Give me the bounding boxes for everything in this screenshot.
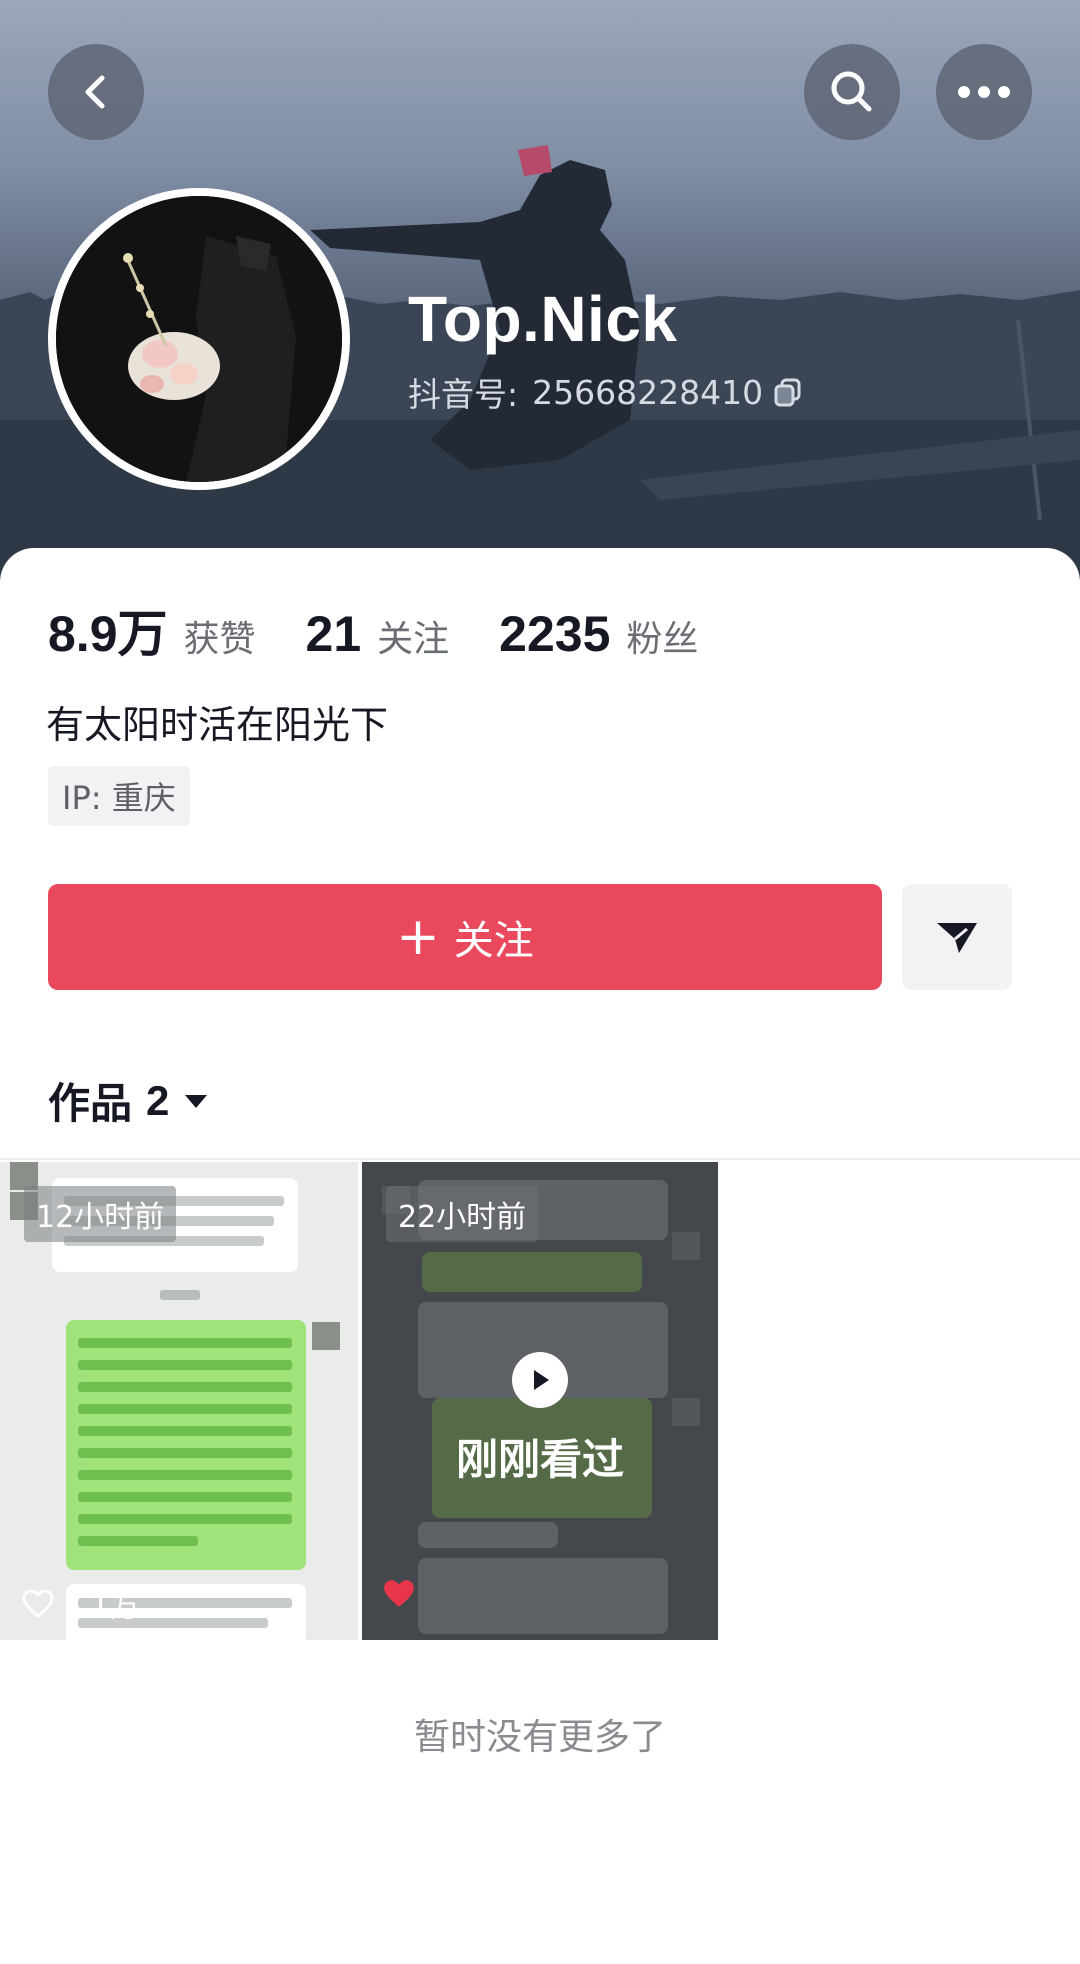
chat-text-line <box>78 1426 292 1436</box>
chat-text-line <box>78 1404 292 1414</box>
chat-text-line <box>78 1382 292 1392</box>
chat-text-line <box>78 1470 292 1480</box>
back-button[interactable] <box>48 44 144 140</box>
play-button[interactable] <box>512 1352 568 1408</box>
chat-text-line <box>78 1338 292 1348</box>
works-tab-label: 作品 <box>48 1079 133 1128</box>
stat-following[interactable]: 21 关注 <box>306 605 450 663</box>
avatar[interactable] <box>48 188 350 490</box>
no-more-content-note: 暂时没有更多了 <box>413 1717 666 1758</box>
douyin-id-row[interactable]: 抖音号: 25668228410 <box>408 368 803 416</box>
send-message-button[interactable] <box>902 884 1012 990</box>
search-icon <box>831 71 872 112</box>
profile-bio: 有太阳时活在阳光下 <box>46 703 389 747</box>
plus-icon: + <box>396 907 440 967</box>
profile-stats: 8.9万 获赞 21 关注 2235 粉丝 <box>48 594 748 666</box>
video-tile[interactable]: 22小时前 刚刚看过 <box>362 1162 718 1640</box>
video-tile[interactable]: 12小时前 1.1万 <box>0 1162 358 1640</box>
tab-divider <box>0 1158 1080 1160</box>
chat-text-line <box>78 1360 292 1370</box>
chat-text-line <box>78 1448 292 1458</box>
ip-location-badge: IP: 重庆 <box>48 766 190 826</box>
follow-button[interactable]: + 关注 <box>48 884 882 990</box>
stat-value: 8.9万 <box>48 606 168 662</box>
chat-timestamp <box>160 1290 200 1300</box>
profile-banner: Top.Nick 抖音号: 25668228410 <box>0 0 1080 600</box>
chat-text-line <box>78 1514 292 1524</box>
stat-label: 关注 <box>377 619 450 660</box>
chat-text-line <box>78 1536 198 1546</box>
video-time-badge: 22小时前 <box>386 1186 539 1242</box>
stat-label: 获赞 <box>183 619 256 660</box>
more-horizontal-icon <box>958 86 1010 98</box>
blurred-avatar <box>312 1322 340 1350</box>
stat-likes[interactable]: 8.9万 获赞 <box>48 594 256 666</box>
nickname: Top.Nick <box>408 283 678 355</box>
chat-text-line <box>78 1492 292 1502</box>
more-button[interactable] <box>936 44 1032 140</box>
play-icon <box>534 1370 549 1390</box>
video-time-badge: 12小时前 <box>24 1186 177 1242</box>
video-likes: 1.1万 <box>22 1582 140 1626</box>
send-message-icon <box>937 923 977 953</box>
just-watched-label: 刚刚看过 <box>455 1435 624 1484</box>
avatar-image <box>56 196 342 482</box>
stat-followers[interactable]: 2235 粉丝 <box>499 605 698 663</box>
tab-works[interactable]: 作品 2 <box>48 1070 209 1131</box>
heart-outline-icon <box>22 1589 54 1618</box>
video-likes-count: 1.1万 <box>62 1590 140 1625</box>
caret-down-icon <box>185 1094 208 1108</box>
heart-filled-icon <box>384 1580 414 1607</box>
douyin-id-label: 抖音号: <box>408 375 519 414</box>
copy-icon[interactable] <box>773 377 803 407</box>
works-count: 2 <box>146 1076 170 1124</box>
search-button[interactable] <box>804 44 900 140</box>
stat-value: 21 <box>305 606 362 662</box>
stat-label: 粉丝 <box>626 619 699 660</box>
stat-value: 2235 <box>499 606 611 662</box>
follow-button-label: 关注 <box>453 918 534 964</box>
chat-bubble-green <box>66 1320 306 1570</box>
douyin-id-value: 25668228410 <box>532 372 764 412</box>
chevron-left-icon <box>85 75 105 109</box>
